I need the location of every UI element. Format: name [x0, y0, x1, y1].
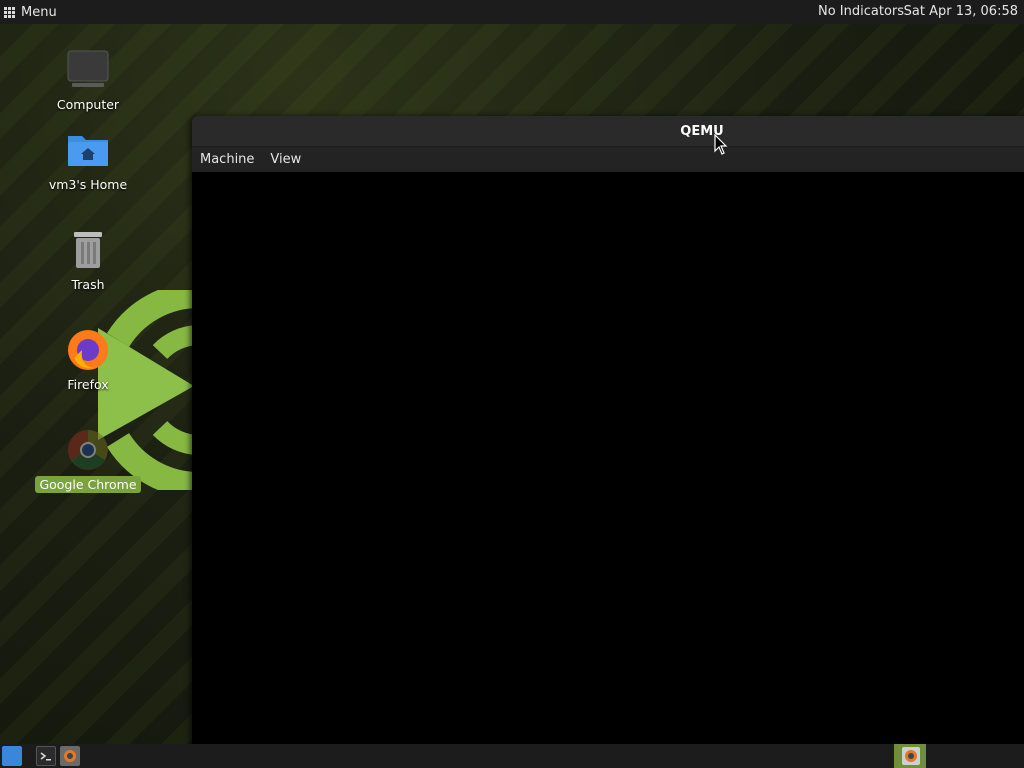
bottom-panel — [0, 744, 1024, 768]
desktop-icon-label: Trash — [71, 277, 105, 292]
chrome-icon — [66, 428, 110, 472]
top-panel: Menu No Indicators Sat Apr 13, 06:58 — [0, 0, 1024, 24]
computer-icon — [66, 48, 110, 92]
window-menubar: Machine View — [192, 147, 1024, 172]
menu-machine[interactable]: Machine — [200, 152, 254, 167]
desktop-icon-trash[interactable]: Trash — [33, 228, 143, 293]
terminal-icon[interactable] — [36, 746, 56, 766]
desktop-icon-label: vm3's Home — [48, 177, 128, 192]
clock[interactable]: Sat Apr 13, 06:58 — [904, 0, 1018, 24]
desktop-icon-label: Google Chrome — [35, 476, 141, 493]
menu-button[interactable]: Menu — [4, 0, 57, 24]
indicators-applet[interactable]: No Indicators — [818, 0, 904, 24]
menu-view[interactable]: View — [270, 152, 301, 167]
trash-icon — [66, 228, 110, 272]
firefox-icon — [66, 328, 110, 372]
qemu-icon[interactable] — [60, 746, 80, 766]
home-folder-icon — [66, 128, 110, 172]
qemu-icon — [902, 747, 920, 765]
desktop-icon-label: Firefox — [67, 377, 109, 392]
taskbar-window-qemu[interactable] — [894, 744, 926, 768]
qemu-window[interactable]: QEMU Machine View — [192, 116, 1024, 746]
desktop-icon-chrome[interactable]: Google Chrome — [33, 428, 143, 493]
vm-display[interactable] — [192, 172, 1024, 746]
desktop-icon-label: Computer — [56, 97, 120, 112]
show-desktop-icon[interactable] — [2, 746, 22, 766]
apps-grid-icon — [4, 6, 15, 18]
desktop-icon-computer[interactable]: Computer — [33, 48, 143, 113]
desktop-icon-home[interactable]: vm3's Home — [33, 128, 143, 193]
menu-label: Menu — [21, 4, 57, 20]
window-titlebar[interactable]: QEMU — [192, 116, 1024, 147]
desktop-icon-firefox[interactable]: Firefox — [33, 328, 143, 393]
mouse-pointer-icon — [714, 134, 728, 155]
